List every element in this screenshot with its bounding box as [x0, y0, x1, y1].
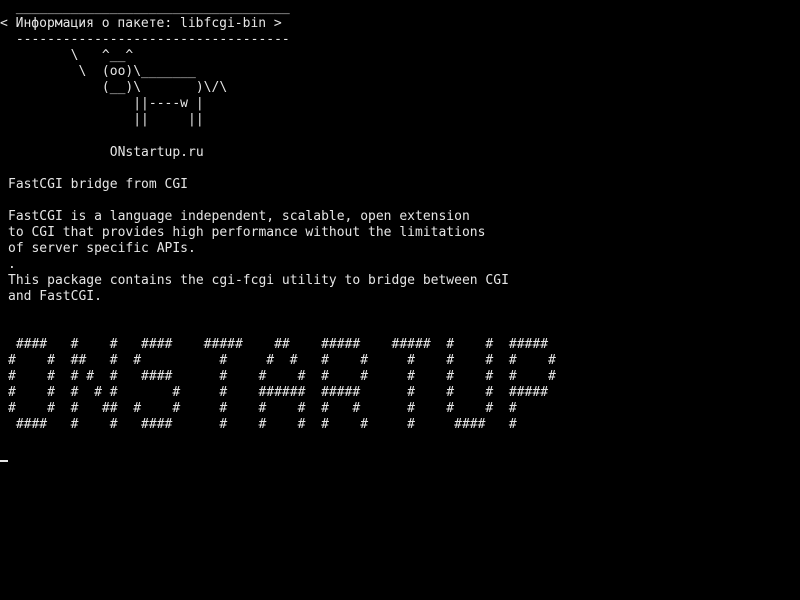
description-line: of server specific APIs. — [8, 241, 196, 256]
cow-art-line: (__)\ )\/\ — [8, 80, 228, 95]
description-line: This package contains the cgi-fcgi utili… — [8, 273, 509, 288]
description-line: and FastCGI. — [8, 289, 102, 304]
text-cursor — [0, 460, 8, 462]
description-line: . — [8, 257, 16, 272]
cow-art-line: \ ^__^ — [8, 48, 134, 63]
banner-line: # # # # # # # ###### ##### # # # ##### — [8, 385, 549, 400]
cow-art-line: ||----w | — [8, 96, 204, 111]
description-line: FastCGI is a language independent, scala… — [8, 209, 470, 224]
package-summary: FastCGI bridge from CGI — [8, 177, 189, 192]
cowsay-message: < Информация о пакете: libfcgi-bin > — [0, 16, 282, 31]
terminal-screen[interactable]: ___________________________________ < Ин… — [0, 0, 800, 600]
site-name: ONstartup.ru — [8, 145, 204, 160]
cowsay-border-bottom: ----------------------------------- — [8, 32, 290, 47]
description-line: to CGI that provides high performance wi… — [8, 225, 486, 240]
banner-line: # # # ## # # # # # # # # # # # — [8, 401, 517, 416]
banner-line: # # ## # # # # # # # # # # # # — [8, 353, 556, 368]
cow-art-line: \ (oo)\_______ — [8, 64, 196, 79]
banner-line: #### # # #### # # # # # # #### # — [8, 417, 517, 432]
cow-art-line: || || — [8, 112, 204, 127]
cowsay-border-top: ___________________________________ — [8, 0, 290, 15]
banner-line: # # # # # #### # # # # # # # # # # — [8, 369, 556, 384]
banner-line: #### # # #### ##### ## ##### ##### # # #… — [8, 337, 549, 352]
